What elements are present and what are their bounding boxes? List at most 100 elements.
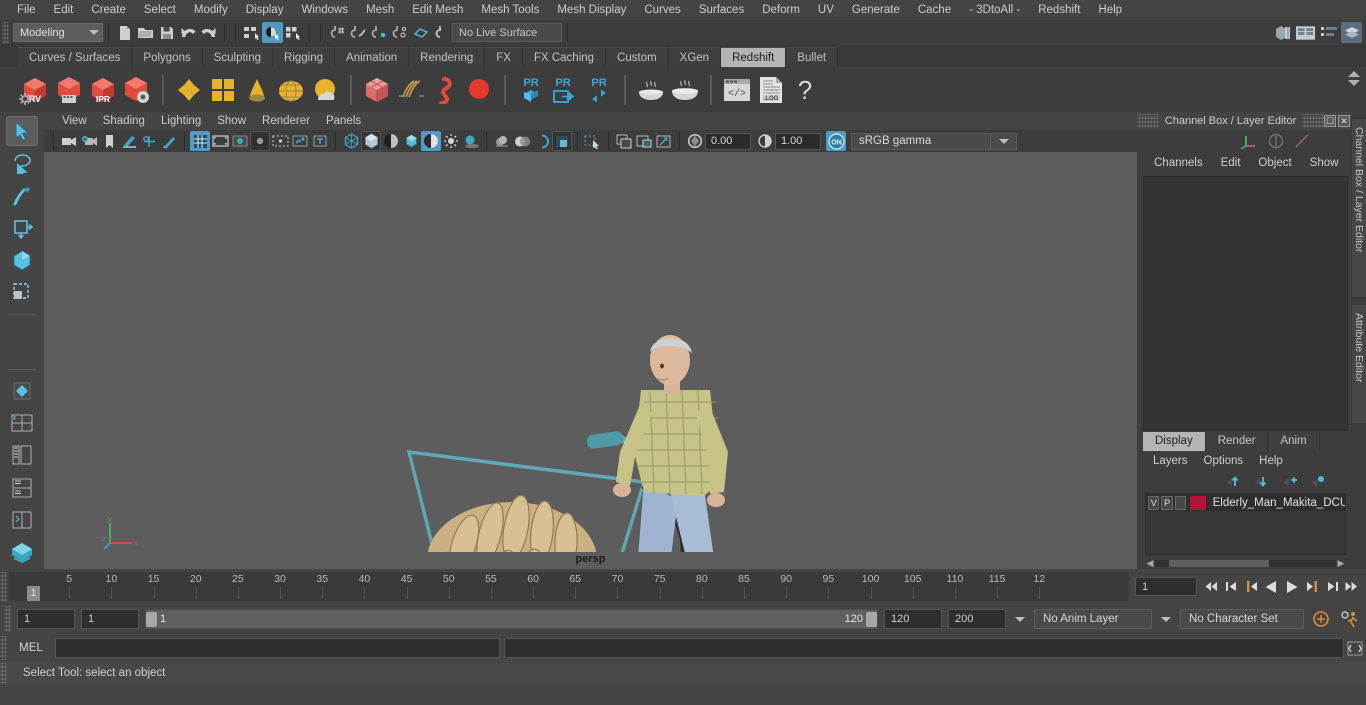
use-default-light-icon[interactable] xyxy=(441,131,461,151)
anim-layer-dropdown-arrow[interactable] xyxy=(1012,609,1028,629)
frame-all-icon[interactable] xyxy=(634,131,654,151)
viewport-menu-shading[interactable]: Shading xyxy=(95,115,153,127)
exposure-field[interactable]: 0.00 xyxy=(705,132,751,150)
color-space-dropdown-arrow[interactable] xyxy=(991,132,1017,150)
scroll-left-icon[interactable]: ◀ xyxy=(1145,558,1155,569)
select-by-object-button[interactable] xyxy=(262,22,283,43)
show-hide-attribute-editor-button[interactable] xyxy=(1295,22,1316,43)
menu-item-mesh-display[interactable]: Mesh Display xyxy=(548,0,635,20)
menu-item-create[interactable]: Create xyxy=(82,0,135,20)
layout-four-view-button[interactable] xyxy=(6,408,38,438)
menu-item-file[interactable]: File xyxy=(8,0,45,20)
redshift-pr-transfer-button[interactable]: PR xyxy=(582,72,616,108)
lasso-tool-button[interactable] xyxy=(6,148,38,178)
shelf-scroll-down-icon[interactable] xyxy=(1348,80,1360,86)
channel-menu-show[interactable]: Show xyxy=(1301,157,1348,169)
layer-tab-render[interactable]: Render xyxy=(1205,432,1269,451)
layer-type-toggle[interactable] xyxy=(1174,495,1187,510)
redshift-log-file-button[interactable]: .LOG xyxy=(754,72,788,108)
anim-start-field[interactable]: 1 xyxy=(81,609,139,629)
play-backwards-button[interactable] xyxy=(1263,577,1280,596)
menu-item-edit[interactable]: Edit xyxy=(45,0,83,20)
move-layer-down-icon[interactable] xyxy=(1254,475,1270,488)
status-line-grip[interactable] xyxy=(2,21,9,44)
menu-item-redshift[interactable]: Redshift xyxy=(1029,0,1089,20)
redshift-pr-material-button[interactable]: PR xyxy=(514,72,548,108)
panel-close-button[interactable]: ✕ xyxy=(1338,115,1350,127)
anim-layer-selector[interactable]: No Anim Layer xyxy=(1034,609,1152,629)
scrollbar-thumb[interactable] xyxy=(1169,559,1270,567)
new-layer-from-selected-icon[interactable] xyxy=(1310,475,1326,488)
paint-select-tool-button[interactable] xyxy=(6,180,38,210)
film-gate-icon[interactable] xyxy=(210,131,230,151)
redshift-pr-export-button[interactable]: PR xyxy=(548,72,582,108)
menu-item-deform[interactable]: Deform xyxy=(753,0,809,20)
snap-to-projected-center-button[interactable] xyxy=(389,22,410,43)
redshift-render-settings-button[interactable] xyxy=(120,72,154,108)
menu-item-windows[interactable]: Windows xyxy=(292,0,357,20)
ambient-occlusion-icon[interactable] xyxy=(512,131,532,151)
redshift-physical-sun-button[interactable] xyxy=(308,72,342,108)
redshift-render-sequence-button[interactable] xyxy=(52,72,86,108)
redshift-hair-button[interactable] xyxy=(394,72,428,108)
film-gate-dashes-icon[interactable] xyxy=(270,131,290,151)
select-camera-icon[interactable] xyxy=(59,131,79,151)
menu-item-display[interactable]: Display xyxy=(237,0,293,20)
shelf-tab-polygons[interactable]: Polygons xyxy=(132,47,203,67)
bookmark-icon[interactable] xyxy=(99,131,119,151)
script-editor-icon[interactable] xyxy=(1344,641,1366,656)
layer-menu-help[interactable]: Help xyxy=(1251,455,1291,467)
use-all-lights-icon[interactable] xyxy=(401,131,421,151)
redshift-bake-set-button[interactable] xyxy=(634,72,668,108)
viewport-menu-lighting[interactable]: Lighting xyxy=(153,115,209,127)
redshift-volume-button[interactable] xyxy=(428,72,462,108)
step-forward-frame-button[interactable] xyxy=(1303,577,1320,596)
shelf-tab-fx[interactable]: FX xyxy=(485,47,523,67)
snapshot-icon[interactable] xyxy=(614,131,634,151)
redshift-portal-light-button[interactable] xyxy=(206,72,240,108)
show-hide-modeling-toolkit-button[interactable] xyxy=(1272,22,1293,43)
menu-item-cache[interactable]: Cache xyxy=(909,0,960,20)
select-by-hierarchy-button[interactable] xyxy=(241,22,262,43)
wireframe-shading-icon[interactable] xyxy=(341,131,361,151)
step-back-frame-button[interactable] xyxy=(1243,577,1260,596)
character-set-selector[interactable]: No Character Set xyxy=(1180,609,1304,629)
shelf-options-icon[interactable] xyxy=(18,92,32,109)
channel-menu-object[interactable]: Object xyxy=(1249,157,1300,169)
redshift-bake-all-button[interactable] xyxy=(668,72,702,108)
shelf-scroll-up-icon[interactable] xyxy=(1348,71,1360,77)
new-layer-icon[interactable] xyxy=(1282,475,1298,488)
layout-outliner-persp-button[interactable] xyxy=(6,473,38,503)
show-hide-tool-settings-button[interactable] xyxy=(1318,22,1339,43)
scrollbar-track[interactable] xyxy=(1155,559,1336,567)
layer-tab-anim[interactable]: Anim xyxy=(1268,432,1320,451)
redshift-ies-light-button[interactable] xyxy=(240,72,274,108)
command-input[interactable] xyxy=(55,638,500,658)
auto-key-button[interactable] xyxy=(1310,609,1332,629)
open-scene-button[interactable] xyxy=(135,22,156,43)
layer-menu-options[interactable]: Options xyxy=(1196,455,1252,467)
menu-item-curves[interactable]: Curves xyxy=(635,0,689,20)
viewport-menu-show[interactable]: Show xyxy=(209,115,254,127)
shelf-tab-xgen[interactable]: XGen xyxy=(668,47,722,67)
make-live-button[interactable] xyxy=(431,22,452,43)
go-to-end-button[interactable] xyxy=(1343,577,1360,596)
menu-item-3dtoall[interactable]: - 3DtoAll - xyxy=(960,0,1029,20)
snap-to-curve-button[interactable] xyxy=(347,22,368,43)
redshift-area-light-button[interactable] xyxy=(172,72,206,108)
smooth-shade-all-icon[interactable] xyxy=(361,131,381,151)
select-by-component-button[interactable] xyxy=(283,22,304,43)
vtab-attribute-editor[interactable]: Attribute Editor xyxy=(1351,304,1366,424)
layout-hypershade-button[interactable] xyxy=(6,537,38,567)
character-set-dropdown-arrow[interactable] xyxy=(1158,609,1174,629)
command-language-label[interactable]: MEL xyxy=(7,642,55,654)
gamma-contrast-icon[interactable] xyxy=(755,131,775,151)
layer-playback-toggle[interactable]: P xyxy=(1161,495,1173,510)
motion-blur-icon[interactable] xyxy=(492,131,512,151)
menu-item-mesh[interactable]: Mesh xyxy=(357,0,403,20)
shade-options-icon[interactable] xyxy=(381,131,401,151)
show-hide-channel-box-button[interactable] xyxy=(1341,22,1362,43)
viewport-menu-renderer[interactable]: Renderer xyxy=(254,115,318,127)
last-tool-used-button[interactable] xyxy=(6,376,38,406)
redshift-help-button[interactable]: ? xyxy=(788,72,822,108)
